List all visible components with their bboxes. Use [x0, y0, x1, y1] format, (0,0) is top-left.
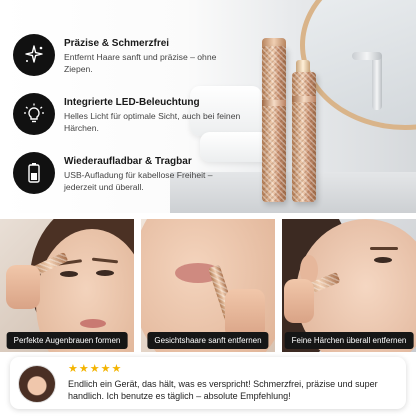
device-band [262, 100, 286, 106]
feature-battery: Wiederaufladbar & Tragbar USB-Aufladung … [13, 152, 243, 196]
eye [60, 271, 78, 277]
photo-eyebrows: Perfekte Augenbrauen formen [0, 219, 134, 352]
feature-title: Integrierte LED-Beleuchtung [64, 97, 200, 108]
avatar [18, 365, 56, 403]
faucet-spout [352, 52, 382, 60]
battery-icon [13, 152, 55, 194]
faucet [372, 52, 382, 110]
photo-fine-hairs: Feine Härchen überall entfernen [282, 219, 416, 352]
feature-title: Präzise & Schmerzfrei [64, 38, 170, 49]
sparkle-icon [13, 34, 55, 76]
eye [374, 257, 392, 263]
lips [80, 319, 106, 328]
feature-precise: Präzise & Schmerzfrei Entfernt Haare san… [13, 34, 243, 78]
hand [284, 279, 314, 323]
device-closed [262, 46, 286, 202]
feature-led: Integrierte LED-Beleuchtung Helles Licht… [13, 93, 243, 137]
lightbulb-icon [13, 93, 55, 135]
feature-description: USB-Aufladung für kabellose Freiheit – j… [64, 170, 213, 192]
photo-caption: Gesichtshaare sanft entfernen [147, 332, 269, 349]
device-open [292, 72, 316, 202]
device-trimmer-head [296, 60, 310, 72]
feature-title: Wiederaufladbar & Tragbar [64, 156, 192, 167]
photo-upper-lip: Gesichtshaare sanft entfernen [141, 219, 275, 352]
bathroom-mirror [300, 0, 416, 130]
eye [96, 270, 114, 276]
star-rating-icon: ★★★★★ [68, 363, 123, 375]
photo-caption: Feine Härchen überall entfernen [284, 332, 414, 349]
photo-caption: Perfekte Augenbrauen formen [6, 332, 128, 349]
eyebrow [370, 247, 398, 250]
feature-description: Entfernt Haare sanft und präzise – ohne … [64, 52, 217, 74]
device-band [292, 96, 316, 102]
review-text: Endlich ein Gerät, das hält, was es vers… [68, 379, 378, 401]
hand [6, 265, 40, 309]
hero-banner: Präzise & Schmerzfrei Entfernt Haare san… [0, 0, 416, 213]
review-card: ★★★★★ Endlich ein Gerät, das hält, was e… [10, 357, 406, 409]
feature-description: Helles Licht für optimale Sicht, auch be… [64, 111, 241, 133]
